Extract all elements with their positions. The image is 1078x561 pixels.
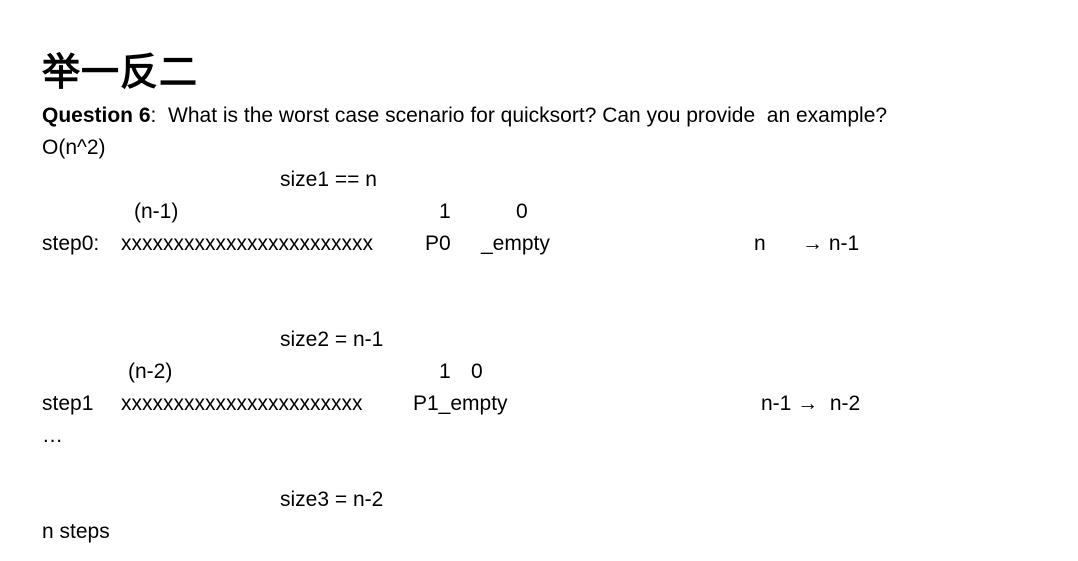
page-title: 举一反二 bbox=[42, 50, 199, 94]
summary-text: n steps bbox=[42, 520, 110, 543]
ellipsis-text: … bbox=[42, 424, 63, 447]
step0-transition-to: → n-1 bbox=[802, 232, 860, 255]
question-label: Question 6 bbox=[42, 104, 151, 127]
step1-elements: xxxxxxxxxxxxxxxxxxxxxxx bbox=[121, 392, 363, 415]
step0-right-count: 0 bbox=[516, 200, 528, 223]
step0-transition-from: n bbox=[754, 232, 766, 255]
step1-size: size2 = n-1 bbox=[280, 328, 384, 351]
step1-right-count: 0 bbox=[471, 360, 483, 383]
step2-size: size3 = n-2 bbox=[280, 488, 384, 511]
complexity-text: O(n^2) bbox=[42, 136, 106, 159]
document-page: 举一反二 Question 6: What is the worst case … bbox=[0, 0, 1078, 561]
step1-label: step1 bbox=[42, 392, 94, 415]
step1-transition: n-1 → n-2 bbox=[761, 392, 861, 415]
step1-pivot-count: 1 bbox=[439, 360, 451, 383]
step1-left-count: (n-2) bbox=[128, 360, 173, 383]
step0-size: size1 == n bbox=[280, 168, 377, 191]
question-line: Question 6: What is the worst case scena… bbox=[42, 103, 887, 129]
step0-left-count: (n-1) bbox=[134, 200, 179, 223]
step0-pivot-count: 1 bbox=[439, 200, 451, 223]
step0-elements: xxxxxxxxxxxxxxxxxxxxxxxx bbox=[121, 232, 373, 255]
step0-pivot: P0 bbox=[425, 232, 451, 255]
step0-right: _empty bbox=[481, 232, 550, 255]
question-text: : What is the worst case scenario for qu… bbox=[150, 104, 888, 127]
step0-label: step0: bbox=[42, 232, 100, 255]
step1-pivot-and-right: P1_empty bbox=[413, 392, 508, 415]
